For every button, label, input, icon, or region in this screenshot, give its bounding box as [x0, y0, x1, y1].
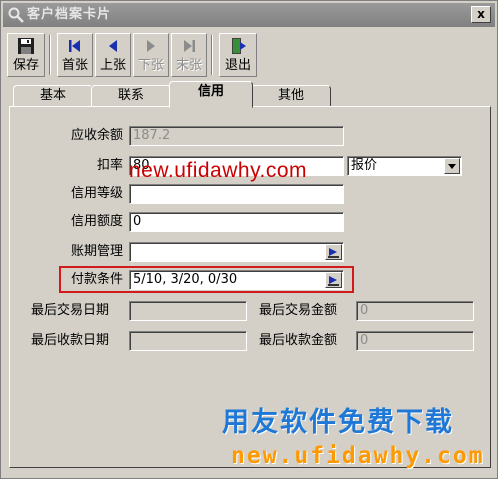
exit-door-icon: [232, 38, 246, 54]
previous-record-button[interactable]: 上张: [95, 33, 131, 77]
account-period-label: 账期管理: [70, 244, 123, 259]
last-record-button[interactable]: 末张: [171, 33, 207, 77]
exit-button[interactable]: 退出: [219, 33, 257, 77]
last-record-icon: [184, 40, 195, 52]
close-button[interactable]: x: [471, 6, 491, 23]
payment-terms-highlight-box: [59, 266, 354, 293]
floppy-disk-icon: [18, 38, 34, 54]
title-bar[interactable]: 客户档案卡片 x: [3, 3, 495, 27]
watermark-brand-text: 用友软件免费下载: [222, 407, 454, 438]
credit-limit-label: 信用额度: [70, 214, 123, 229]
last-trade-date-field: [129, 301, 247, 321]
tab-other[interactable]: 其他: [251, 85, 331, 107]
last-receipt-date-field: [129, 331, 247, 351]
next-record-icon: [147, 40, 155, 52]
last-trade-amount-label: 最后交易金额: [259, 303, 338, 318]
first-record-icon: [69, 40, 80, 52]
last-record-label: 末张: [175, 58, 202, 73]
next-record-label: 下张: [137, 58, 164, 73]
watermark-url-bottom: new.ufidawhy.com: [231, 443, 485, 469]
chevron-down-icon: [448, 164, 456, 169]
last-receipt-amount-label: 最后收款金额: [259, 333, 338, 348]
previous-record-label: 上张: [99, 58, 126, 73]
account-period-field[interactable]: [129, 242, 344, 262]
watermark-url-top: new.ufidawhy.com: [129, 159, 308, 182]
search-icon: [8, 7, 24, 23]
last-trade-amount-field: 0: [356, 301, 474, 321]
price-type-value: 报价: [351, 158, 378, 173]
last-trade-date-label: 最后交易日期: [31, 303, 110, 318]
credit-level-label: 信用等级: [70, 186, 123, 201]
receivable-balance-field: 187.2: [129, 126, 344, 146]
next-record-button[interactable]: 下张: [133, 33, 169, 77]
tab-credit[interactable]: 信用: [169, 81, 253, 108]
price-type-select[interactable]: 报价: [347, 156, 462, 176]
toolbar: 保存 首张 上张 下张 末张 退出: [5, 31, 495, 79]
exit-label: 退出: [224, 58, 251, 73]
customer-card-window: 客户档案卡片 x 保存 首张 上张 下张 末张 退出 基本 联系 信用 其他 应…: [0, 0, 498, 479]
credit-level-field[interactable]: [129, 184, 344, 204]
last-receipt-amount-field: 0: [356, 331, 474, 351]
first-record-button[interactable]: 首张: [57, 33, 93, 77]
tab-strip: 基本 联系 信用 其他: [5, 81, 495, 108]
toolbar-separator: [49, 35, 51, 75]
tab-contact[interactable]: 联系: [91, 85, 171, 107]
discount-rate-label: 扣率: [96, 158, 123, 173]
receivable-balance-label: 应收余额: [70, 128, 123, 143]
reference-picker-icon: [328, 248, 339, 258]
save-label: 保存: [12, 58, 39, 73]
toolbar-separator: [211, 35, 213, 75]
credit-limit-field[interactable]: 0: [129, 212, 344, 232]
previous-record-icon: [109, 40, 117, 52]
last-receipt-date-label: 最后收款日期: [31, 333, 110, 348]
account-period-picker-button[interactable]: [325, 244, 342, 260]
tab-basic[interactable]: 基本: [13, 85, 93, 107]
window-title: 客户档案卡片: [27, 7, 112, 22]
dropdown-button[interactable]: [444, 158, 460, 174]
first-record-label: 首张: [61, 58, 88, 73]
save-button[interactable]: 保存: [7, 33, 45, 77]
